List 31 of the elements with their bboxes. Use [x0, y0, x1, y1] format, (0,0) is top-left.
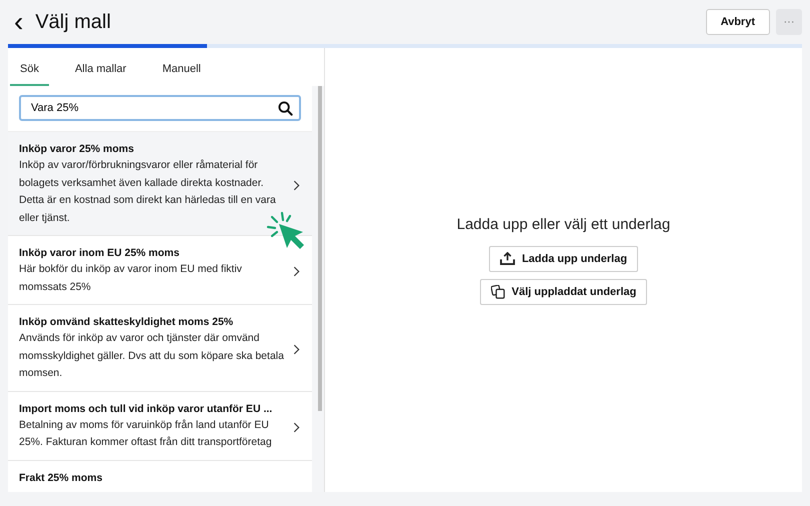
template-title: Import moms och tull vid inköp varor utanför EU ... [19, 402, 274, 414]
template-description: Inköp av varor/förbrukningsvaror eller råmaterial för bolagets verksamhet även kallade direkta kostnader. Detta är en kostnad som direkt kan härledas till en vara eller tjänst. [19, 158, 277, 226]
template-title: Inköp omvänd skatteskyldighet moms 25% [19, 316, 234, 328]
template-description: Betalning av moms för varuinköp från land utanför EU 25%. Fakturan kommer oftast från ditt transportföretag [19, 418, 273, 450]
search-icon [278, 101, 293, 116]
scrollbar[interactable] [318, 86, 322, 411]
template-title: Frakt 25% moms [19, 472, 104, 484]
back-button[interactable]: ‹ [14, 8, 24, 36]
template-item[interactable]: Import moms och tull vid inköp varor utanför EU ... Betalning av moms för varuinköp från land utanför EU 25%. Fakturan kommer oftast från ditt transportföretag [8, 392, 312, 460]
chevron-icon [293, 266, 300, 277]
tab[interactable]: Manuell [152, 58, 211, 86]
template-title: Inköp varor 25% moms [19, 143, 135, 155]
template-description: Används för inköp av varor och tjänster där omvänd momsskyldighet gäller. Dvs att du som köpare ska betala momsen. [19, 331, 285, 381]
template-description: Här bokför du inköp av varor inom EU med fiktiv momssats 25% [19, 262, 243, 294]
more-button[interactable]: ··· [776, 9, 802, 35]
chevron-icon [293, 422, 300, 432]
search-field[interactable]: Vara 25% [19, 95, 301, 121]
template-item[interactable]: Inköp omvänd skatteskyldighet moms 25% Används för inköp av varor och tjänster där omvänd momsskyldighet gäller. Dvs att du som köpare ska betala momsen. [8, 305, 312, 392]
chevron-icon [293, 344, 300, 355]
chevron-icon [293, 180, 300, 190]
upload-heading: Ladda upp eller välj ett underlag [456, 216, 670, 232]
template-item[interactable]: Frakt 25% moms [8, 460, 312, 492]
choose-file-button[interactable]: Välj uppladdat underlag [480, 278, 648, 304]
upload-button[interactable]: Ladda upp underlag [488, 246, 638, 272]
copy-icon [490, 284, 505, 298]
tab[interactable]: Alla mallar [64, 58, 136, 86]
template-title: Inköp varor inom EU 25% moms [19, 247, 180, 259]
template-item[interactable]: Inköp varor inom EU 25% moms Här bokför du inköp av varor inom EU med fiktiv momssats 25% [8, 236, 312, 305]
cancel-button[interactable]: Avbryt [706, 9, 770, 35]
upload-icon [500, 252, 515, 265]
page-title: Välj mall [35, 10, 111, 34]
